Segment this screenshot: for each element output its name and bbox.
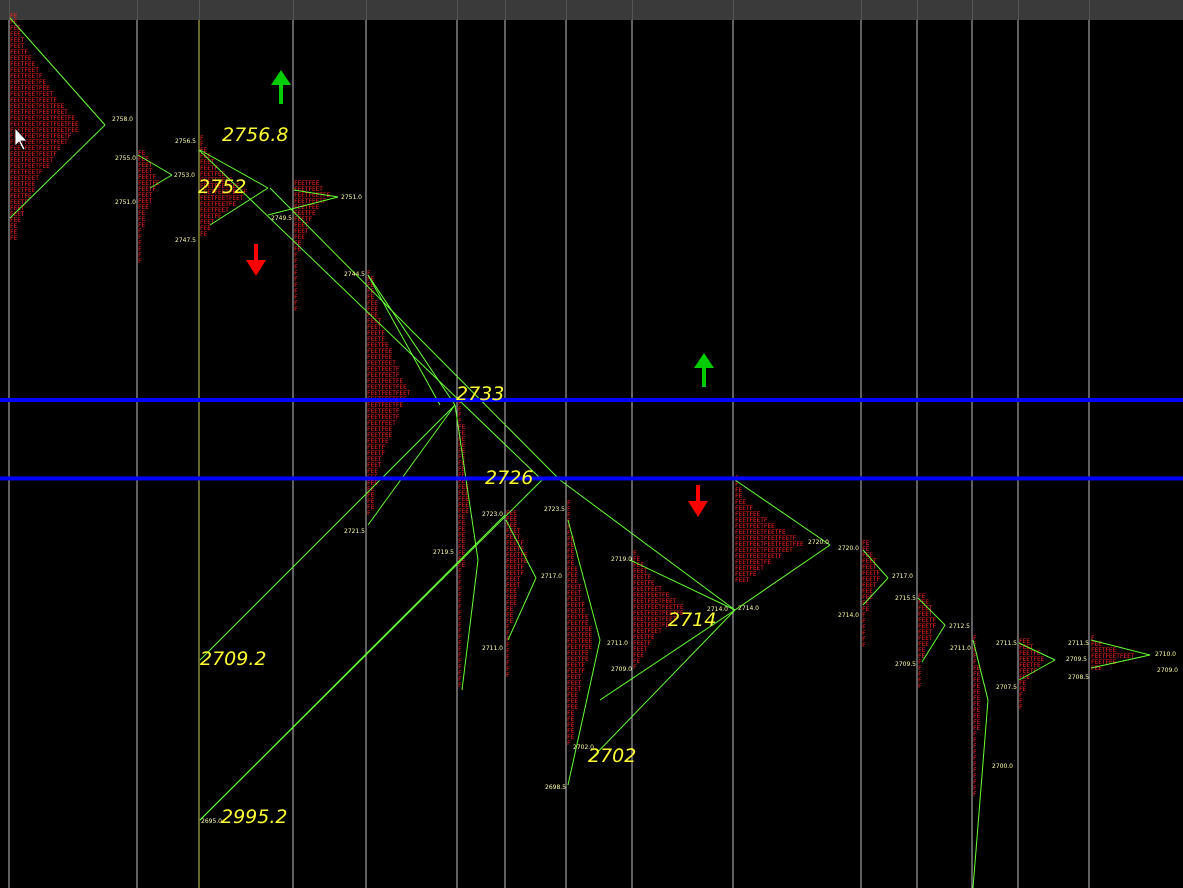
price-label: 2709.0 xyxy=(1157,667,1178,674)
price-label: 2707.5 xyxy=(996,684,1017,691)
price-label: 2711.0 xyxy=(950,645,971,652)
price-label: 2753.0 xyxy=(174,172,195,179)
level-annotation: 2733 xyxy=(456,383,504,405)
price-label: 2723.5 xyxy=(544,506,565,513)
level-annotation: 2726 xyxy=(485,467,533,489)
tpo-row: F xyxy=(973,791,977,798)
price-label: 2720.0 xyxy=(838,545,859,552)
price-label: 2751.0 xyxy=(115,199,136,206)
tpo-row: F xyxy=(458,682,462,689)
price-label: 2756.5 xyxy=(175,138,196,145)
price-label: 2711.0 xyxy=(607,640,628,647)
price-label: 2721.5 xyxy=(344,528,365,535)
price-label: 2711.0 xyxy=(482,645,503,652)
tpo-row: FEET xyxy=(735,577,750,584)
down-arrow-icon xyxy=(246,244,266,276)
tpo-profiles: FEFEFEEFEEFEETFEETFEETFFEETFEFEETFEEFEET… xyxy=(10,13,1135,798)
level-annotation: 2709.2 xyxy=(200,648,266,670)
price-label: 2717.0 xyxy=(892,573,913,580)
tpo-row: F xyxy=(918,683,922,690)
price-label: 2709.5 xyxy=(895,661,916,668)
tpo-row: FE xyxy=(200,231,208,238)
tpo-row: FE xyxy=(10,235,18,242)
price-label: 2747.5 xyxy=(175,237,196,244)
market-profile-chart: FEFEFEEFEEFEETFEETFEETFFEETFEFEETFEEFEET… xyxy=(0,13,1183,888)
price-label: 2719.5 xyxy=(433,549,454,556)
price-label: 2711.5 xyxy=(1068,640,1089,647)
price-label: 2712.5 xyxy=(949,623,970,630)
trend-line xyxy=(269,187,561,481)
trend-line xyxy=(461,559,479,691)
key-level-line xyxy=(0,398,1183,402)
price-label: 2758.0 xyxy=(112,116,133,123)
signal-arrows xyxy=(246,70,714,517)
price-label: 2717.0 xyxy=(541,573,562,580)
price-label: 2719.0 xyxy=(611,556,632,563)
price-label: 2709.0 xyxy=(611,666,632,673)
price-label: 2700.0 xyxy=(992,763,1013,770)
key-level-lines xyxy=(0,398,1183,481)
level-annotation: 2756.8 xyxy=(222,124,288,146)
level-annotation: 2752 xyxy=(198,176,246,198)
price-label: 2751.0 xyxy=(341,194,362,201)
tpo-row: F xyxy=(138,258,142,265)
price-label: 2714.0 xyxy=(738,605,759,612)
price-label: 2709.5 xyxy=(1066,656,1087,663)
price-label: 2708.5 xyxy=(1068,674,1089,681)
price-label: 2714.0 xyxy=(838,612,859,619)
price-label: 2695.0 xyxy=(201,818,222,825)
level-annotation: 2702 xyxy=(588,745,636,767)
price-label: 2710.0 xyxy=(1155,651,1176,658)
tpo-row: F xyxy=(294,306,298,313)
session-separators xyxy=(8,20,1090,888)
tpo-row: F xyxy=(567,740,571,747)
price-label: 2749.5 xyxy=(271,215,292,222)
tpo-row: F xyxy=(506,672,510,679)
price-label: 2715.5 xyxy=(895,595,916,602)
tpo-row: F xyxy=(1019,704,1023,711)
down-arrow-icon xyxy=(688,485,708,517)
trend-line xyxy=(589,609,736,761)
price-label: 2698.5 xyxy=(545,784,566,791)
trend-lines xyxy=(9,17,1151,888)
level-annotation: 2995.2 xyxy=(221,806,287,828)
price-label: 2711.5 xyxy=(996,640,1017,647)
price-label: 2723.0 xyxy=(482,511,503,518)
trend-line xyxy=(199,404,456,661)
tpo-row: F xyxy=(367,510,371,517)
level-annotation: 2714 xyxy=(668,609,716,631)
up-arrow-icon xyxy=(271,70,291,104)
price-label: 2744.5 xyxy=(344,271,365,278)
price-label: 2720.0 xyxy=(808,539,829,546)
price-label: 2755.0 xyxy=(115,155,136,162)
tpo-row: F xyxy=(633,664,637,671)
key-level-line xyxy=(0,476,1183,481)
up-arrow-icon xyxy=(694,353,714,387)
tpo-row: F xyxy=(862,642,866,649)
